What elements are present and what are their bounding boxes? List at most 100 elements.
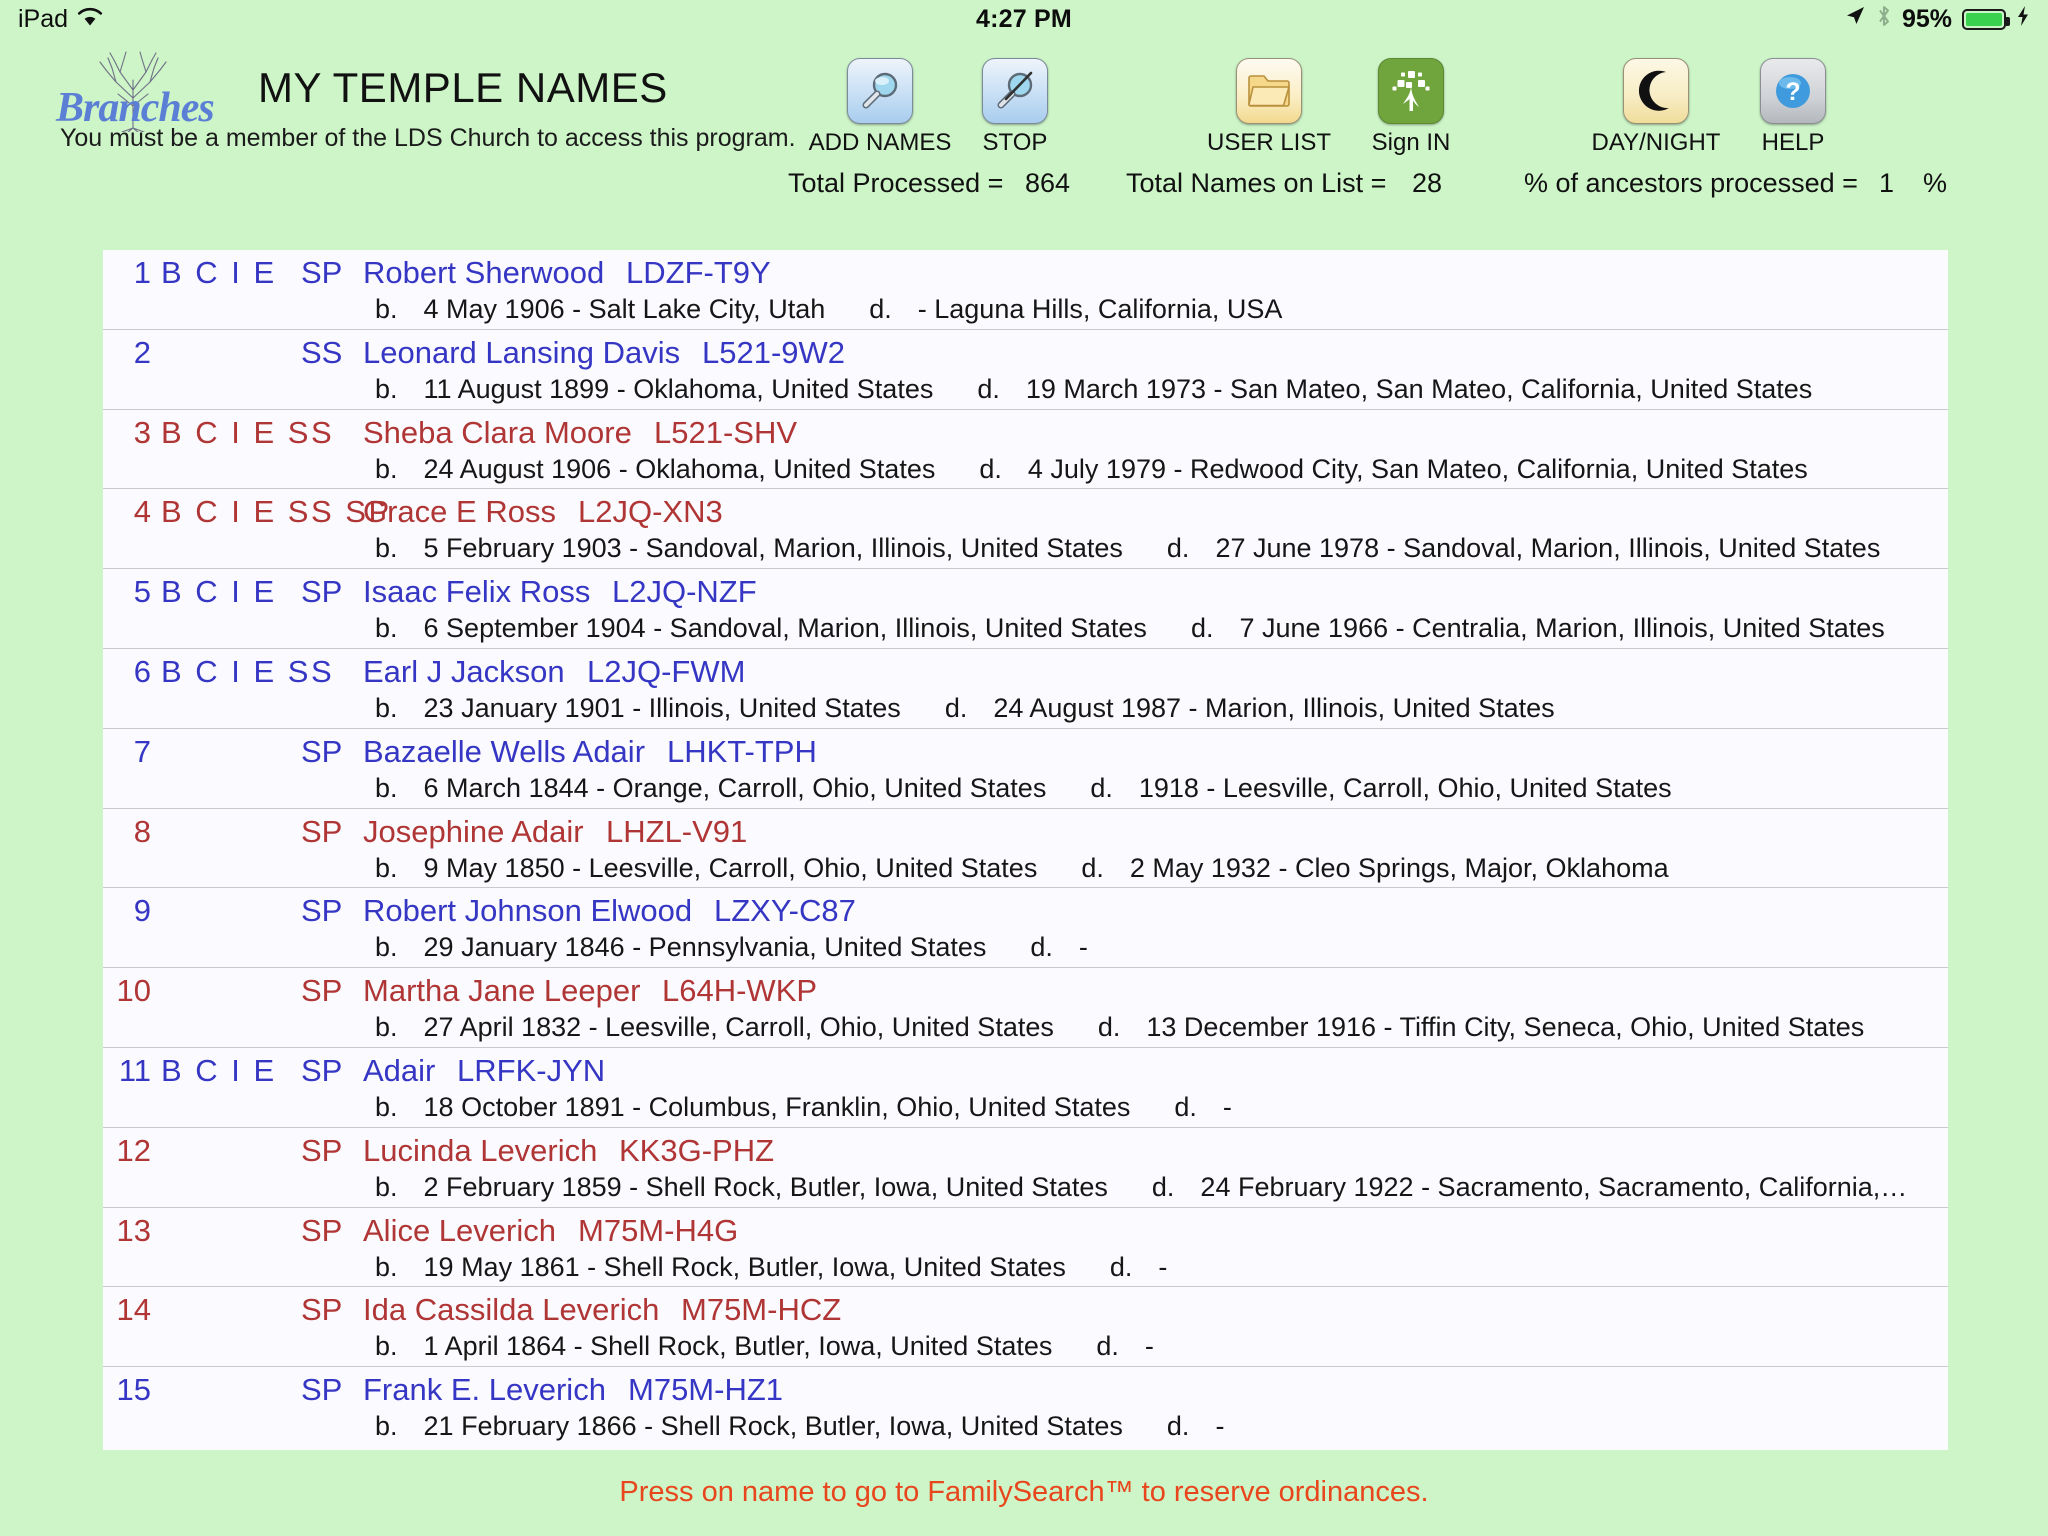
death-label: d. <box>1081 852 1104 883</box>
birth-value: 5 February 1903 - Sandoval, Marion, Illi… <box>423 533 1123 564</box>
row-index: 14 <box>116 1292 151 1328</box>
birth-label: b. <box>375 772 398 803</box>
row-index: 10 <box>116 973 151 1009</box>
familysearch-id[interactable]: M75M-HZ1 <box>628 1372 783 1408</box>
person-dates-line: b. 21 February 1866 - Shell Rock, Butler,… <box>375 1411 1224 1442</box>
familysearch-id[interactable]: L521-SHV <box>654 415 797 451</box>
familysearch-id[interactable]: L2JQ-XN3 <box>578 494 723 530</box>
familysearch-id[interactable]: LHZL-V91 <box>606 814 747 850</box>
person-name-link[interactable]: Sheba Clara Moore <box>363 415 632 451</box>
row-index: 15 <box>116 1372 151 1408</box>
death-label: d. <box>1090 772 1113 803</box>
stats-bar: Total Processed = 864 Total Names on Lis… <box>0 168 2048 210</box>
birth-label: b. <box>375 1251 398 1282</box>
familysearch-id[interactable]: M75M-H4G <box>578 1213 738 1249</box>
death-value: 27 June 1978 - Sandoval, Marion, Illinoi… <box>1215 533 1881 564</box>
person-dates-line: b. 2 February 1859 - Shell Rock, Butler, … <box>375 1172 1907 1203</box>
person-dates-line: b. 6 March 1844 - Orange, Carroll, Ohio, … <box>375 773 1672 804</box>
death-label: d. <box>1166 533 1190 564</box>
table-row[interactable]: 1 B C I E SP Robert Sherwood LDZF-T9Y b. 4 May… <box>103 250 1948 330</box>
death-label: d. <box>1151 1171 1175 1202</box>
birth-value: 6 September 1904 - Sandoval, Marion, Ill… <box>423 613 1147 644</box>
day-night-button[interactable]: DAY/NIGHT <box>1581 58 1731 157</box>
user-list-button[interactable]: USER LIST <box>1194 58 1344 157</box>
table-row[interactable]: 7 SP Bazaelle Wells Adair LHKT-TPH b. 6 March… <box>103 729 1948 809</box>
birth-value: 23 January 1901 - Illinois, United State… <box>423 692 901 723</box>
sealing-code: SP <box>301 255 343 290</box>
death-value: 13 December 1916 - Tiffin City, Seneca, … <box>1146 1012 1865 1043</box>
person-name-link[interactable]: Grace E Ross <box>363 494 556 530</box>
death-value: - <box>1222 1091 1232 1122</box>
person-name-link[interactable]: Martha Jane Leeper <box>363 973 640 1009</box>
familysearch-id[interactable]: LZXY-C87 <box>714 893 856 929</box>
percent-sign: % <box>1923 168 1948 198</box>
familysearch-id[interactable]: LHKT-TPH <box>667 734 817 770</box>
death-label: d. <box>1166 1411 1190 1442</box>
table-row[interactable]: 12 SP Lucinda Leverich KK3G-PHZ b. 2 February… <box>103 1128 1948 1208</box>
birth-label: b. <box>375 1091 398 1122</box>
person-name-link[interactable]: Ida Cassilda Leverich <box>363 1292 659 1328</box>
familysearch-id[interactable]: L2JQ-FWM <box>587 654 745 690</box>
familysearch-id[interactable]: L2JQ-NZF <box>612 574 757 610</box>
battery-icon <box>1962 8 2010 30</box>
ordinance-codes: B C I E SS <box>161 653 335 689</box>
ordinance-codes: B C I E SS <box>161 414 335 450</box>
death-value: 7 June 1966 - Centralia, Marion, Illinoi… <box>1239 613 1885 644</box>
death-label: d. <box>1109 1251 1133 1282</box>
death-label: d. <box>979 453 1002 484</box>
add-names-button[interactable]: ADD NAMES <box>805 58 955 157</box>
question-mark-circle-icon: ? <box>1760 58 1826 124</box>
percent-processed-value: 1 <box>1879 168 1895 198</box>
table-row[interactable]: 3 B C I E SS Sheba Clara Moore L521-SHV b. 24… <box>103 410 1948 490</box>
death-label: d. <box>1097 1012 1121 1043</box>
table-row[interactable]: 4 B C I E SS SP Grace E Ross L2JQ-XN3 b. 5 Fe… <box>103 489 1948 570</box>
sealing-code: SP <box>301 1372 343 1408</box>
person-name-link[interactable]: Leonard Lansing Davis <box>363 335 680 371</box>
sealing-code: SP <box>301 574 343 610</box>
person-name-link[interactable]: Earl J Jackson <box>363 654 565 690</box>
person-name-link[interactable]: Isaac Felix Ross <box>363 574 590 610</box>
person-name-link[interactable]: Josephine Adair <box>363 814 584 850</box>
birth-value: 18 October 1891 - Columbus, Franklin, Oh… <box>423 1091 1131 1122</box>
death-label: d. <box>977 373 1000 404</box>
person-name-link[interactable]: Alice Leverich <box>363 1213 556 1249</box>
death-value: 1918 - Leesville, Carroll, Ohio, United … <box>1138 772 1672 803</box>
table-row[interactable]: 8 SP Josephine Adair LHZL-V91 b. 9 May 1850 -… <box>103 809 1948 889</box>
familysearch-id[interactable]: M75M-HCZ <box>681 1292 841 1328</box>
death-label: d. <box>1030 932 1053 963</box>
birth-value: 11 August 1899 - Oklahoma, United States <box>423 373 934 404</box>
death-value: 24 August 1987 - Marion, Illinois, Unite… <box>993 692 1555 723</box>
row-index: 11 <box>118 1052 151 1088</box>
row-index: 4 <box>133 494 151 530</box>
table-row[interactable]: 2 SS Leonard Lansing Davis L521-9W2 b. 11 Aug… <box>103 330 1948 410</box>
familysearch-id[interactable]: KK3G-PHZ <box>619 1133 774 1169</box>
table-row[interactable]: 15 SP Frank E. Leverich M75M-HZ1 b. 21 Februa… <box>103 1367 1948 1447</box>
table-row[interactable]: 14 SP Ida Cassilda Leverich M75M-HCZ b. 1 Apr… <box>103 1287 1948 1368</box>
birth-value: 27 April 1832 - Leesville, Carroll, Ohio… <box>423 1012 1054 1043</box>
sign-in-button[interactable]: Sign IN <box>1336 58 1486 157</box>
familysearch-id[interactable]: LDZF-T9Y <box>626 255 771 291</box>
sealing-code: SP <box>301 973 343 1009</box>
temple-names-list[interactable]: 1 B C I E SP Robert Sherwood LDZF-T9Y b. 4 May… <box>103 250 1948 1450</box>
familysearch-id[interactable]: L64H-WKP <box>662 973 817 1009</box>
person-name-link[interactable]: Robert Sherwood <box>363 255 604 291</box>
table-row[interactable]: 10 SP Martha Jane Leeper L64H-WKP b. 27 April… <box>103 968 1948 1048</box>
help-button[interactable]: ? HELP <box>1718 58 1868 157</box>
table-row[interactable]: 6 B C I E SS Earl J Jackson L2JQ-FWM b. 23 Ja… <box>103 649 1948 729</box>
table-row[interactable]: 9 SP Robert Johnson Elwood LZXY-C87 b. 29 Jan… <box>103 888 1948 969</box>
person-dates-line: b. 18 October 1891 - Columbus, Franklin, … <box>375 1092 1232 1123</box>
sealing-code: SP <box>301 1292 343 1328</box>
familysearch-id[interactable]: LRFK-JYN <box>457 1053 605 1089</box>
birth-value: 21 February 1866 - Shell Rock, Butler, I… <box>423 1411 1123 1442</box>
table-row[interactable]: 11 B C I E SP Adair LRFK-JYN b. 18 October 189… <box>103 1048 1948 1128</box>
person-name-link[interactable]: Bazaelle Wells Adair <box>363 734 645 770</box>
person-dates-line: b. 4 May 1906 - Salt Lake City, Utah d. - L… <box>375 294 1282 325</box>
stop-button[interactable]: STOP <box>940 58 1090 157</box>
person-name-link[interactable]: Frank E. Leverich <box>363 1372 606 1408</box>
person-name-link[interactable]: Robert Johnson Elwood <box>363 893 692 929</box>
familysearch-id[interactable]: L521-9W2 <box>702 335 845 371</box>
table-row[interactable]: 13 SP Alice Leverich M75M-H4G b. 19 May 1861 … <box>103 1208 1948 1288</box>
person-name-link[interactable]: Adair <box>363 1053 435 1089</box>
person-name-link[interactable]: Lucinda Leverich <box>363 1133 597 1169</box>
table-row[interactable]: 5 B C I E SP Isaac Felix Ross L2JQ-NZF b. 6 Se… <box>103 569 1948 649</box>
